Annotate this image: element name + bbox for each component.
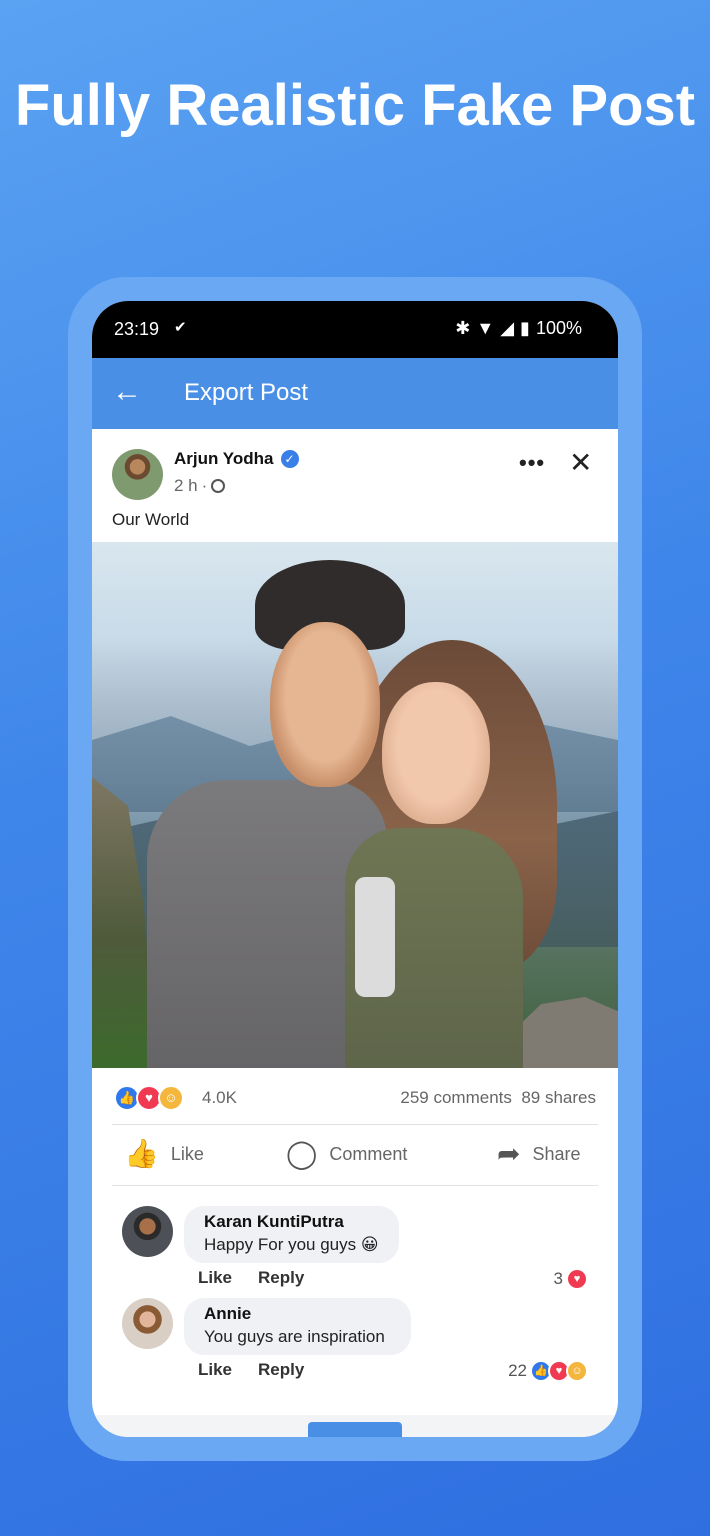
comment-text: You guys are inspiration	[204, 1327, 385, 1346]
commenter-name[interactable]: Annie	[204, 1304, 385, 1324]
app-bar: ← Export Post	[92, 358, 618, 429]
photo-woman-face	[382, 682, 490, 824]
comment-like-button[interactable]: Like	[198, 1268, 232, 1288]
reaction-icons: 👍 ♥ ☺	[114, 1085, 184, 1111]
share-button[interactable]: ➦ Share	[497, 1139, 581, 1169]
meta-separator: ·	[201, 476, 208, 495]
photo-rock	[508, 997, 618, 1068]
shares-count[interactable]: 89 shares	[521, 1088, 596, 1107]
share-label: Share	[532, 1143, 581, 1164]
comment-label: Comment	[329, 1143, 408, 1164]
notification-icon: ✔	[174, 319, 187, 336]
photo-woman-shirt	[355, 877, 395, 997]
author-name-row[interactable]: Arjun Yodha ✓	[174, 449, 299, 469]
battery-percent: 100%	[535, 318, 582, 338]
post-caption: Our World	[112, 510, 190, 529]
comment-actions: Like Reply	[198, 1268, 304, 1288]
author-name[interactable]: Arjun Yodha	[174, 449, 274, 469]
status-indicators: ✱ ▼ ◢ ▮ 100%	[455, 318, 582, 339]
battery-icon: ▮	[520, 318, 530, 338]
verified-badge-icon: ✓	[280, 450, 299, 468]
post-header: Arjun Yodha ✓ 2 h · ••• ✕ Our World	[92, 429, 618, 542]
comment-bubble: Annie You guys are inspiration	[184, 1298, 411, 1355]
care-reaction-icon: ☺	[566, 1360, 588, 1382]
signal-icon: ◢	[500, 318, 515, 338]
post-photo[interactable]	[92, 542, 618, 1068]
back-arrow-icon[interactable]: ←	[112, 376, 142, 408]
love-reaction-icon: ♥	[566, 1268, 588, 1290]
status-bar: 23:19 ✔ ✱ ▼ ◢ ▮ 100%	[92, 301, 618, 358]
comment-reaction-count: 3	[553, 1269, 563, 1288]
comment-reply-button[interactable]: Reply	[258, 1360, 304, 1380]
commenter-name[interactable]: Karan KuntiPutra	[204, 1212, 379, 1232]
thumbs-up-icon: 👍	[124, 1138, 159, 1169]
comment-reaction-count: 22	[508, 1361, 527, 1380]
comment-reactions[interactable]: 3 ♥	[553, 1268, 588, 1290]
post-meta: 2 h ·	[174, 476, 226, 496]
post-actions: 👍 Like ◯ Comment ➦ Share	[92, 1125, 618, 1185]
reaction-summary[interactable]: 👍 ♥ ☺ 4.0K 259 comments 89 shares	[92, 1078, 618, 1118]
care-reaction-icon: ☺	[158, 1085, 184, 1111]
page-headline: Fully Realistic Fake Post	[14, 73, 696, 138]
photo-man-face	[270, 622, 380, 787]
comment-actions: Like Reply	[198, 1360, 304, 1380]
commenter-avatar[interactable]	[122, 1298, 173, 1349]
close-icon[interactable]: ✕	[569, 446, 592, 479]
comment-bubble-icon: ◯	[286, 1138, 318, 1169]
comment-like-button[interactable]: Like	[198, 1360, 232, 1380]
comment-reply-button[interactable]: Reply	[258, 1268, 304, 1288]
comment-reactions[interactable]: 22 👍 ♥ ☺	[508, 1360, 588, 1382]
comment-button[interactable]: ◯ Comment	[286, 1139, 407, 1169]
comments-shares-count[interactable]: 259 comments 89 shares	[400, 1088, 596, 1108]
phone-screen: 23:19 ✔ ✱ ▼ ◢ ▮ 100% ← Export Post Arjun…	[92, 301, 618, 1437]
like-label: Like	[170, 1143, 204, 1164]
status-time: 23:19	[114, 319, 160, 339]
export-button-handle[interactable]	[308, 1422, 402, 1437]
wifi-icon: ▼	[476, 318, 495, 338]
commenter-avatar[interactable]	[122, 1206, 173, 1257]
author-avatar[interactable]	[112, 449, 163, 500]
comment-text: Happy For you guys 😀	[204, 1235, 379, 1254]
globe-icon	[211, 479, 226, 493]
bluetooth-icon: ✱	[455, 318, 471, 338]
post-time: 2 h	[174, 476, 198, 495]
divider	[112, 1185, 598, 1186]
more-options-icon[interactable]: •••	[519, 450, 545, 476]
comment-bubble: Karan KuntiPutra Happy For you guys 😀	[184, 1206, 399, 1263]
share-arrow-icon: ➦	[497, 1138, 521, 1169]
app-bar-title: Export Post	[184, 379, 309, 406]
like-button[interactable]: 👍 Like	[124, 1139, 204, 1169]
comments-count[interactable]: 259 comments	[400, 1088, 512, 1107]
reaction-count: 4.0K	[202, 1088, 237, 1107]
